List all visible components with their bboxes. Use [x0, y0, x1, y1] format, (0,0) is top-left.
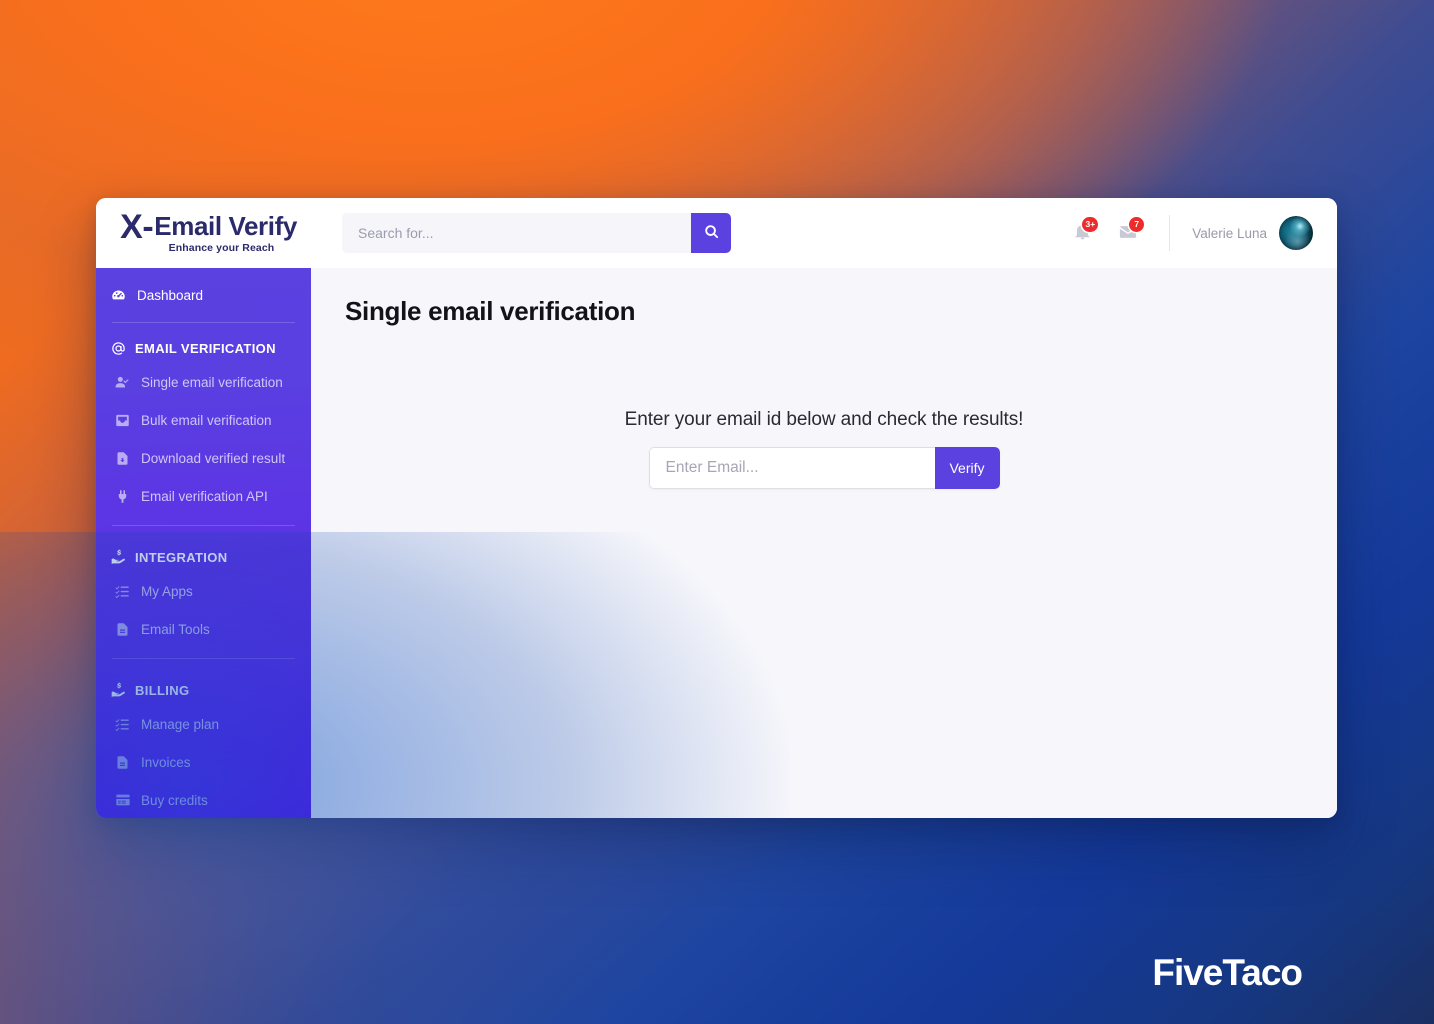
verification-prompt: Enter your email id below and check the … — [624, 409, 1024, 430]
brand-name-row: X- Email Verify — [120, 208, 297, 247]
sidebar-item-label: My Apps — [141, 583, 193, 599]
user-name: Valerie Luna — [1192, 225, 1267, 241]
sidebar-section-label: EMAIL VERIFICATION — [135, 340, 276, 356]
sidebar-item-label: Single email verification — [141, 374, 283, 390]
sidebar-item-bulk-email-verification[interactable]: Bulk email verification — [96, 401, 311, 439]
sidebar-item-label: Email verification API — [141, 488, 268, 504]
sidebar-item-label: Invoices — [141, 754, 191, 770]
app-window: X- Email Verify Enhance your Reach Searc… — [96, 198, 1337, 818]
sidebar-item-download-verified-result[interactable]: Download verified result — [96, 439, 311, 477]
sidebar-section-label: INTEGRATION — [135, 549, 228, 565]
sidebar-item-email-verification-api[interactable]: Email verification API — [96, 477, 311, 515]
sidebar-section-email-verification: EMAIL VERIFICATION — [96, 333, 311, 363]
sidebar-divider — [112, 322, 295, 323]
top-bar: X- Email Verify Enhance your Reach Searc… — [96, 198, 1337, 268]
sidebar-item-email-tools[interactable]: Email Tools — [96, 610, 311, 648]
search-button[interactable] — [691, 213, 731, 253]
sidebar-item-label: Download verified result — [141, 450, 286, 466]
sidebar-item-dashboard[interactable]: Dashboard — [96, 278, 311, 312]
sidebar-item-invoices[interactable]: Invoices — [96, 743, 311, 781]
search-bar — [342, 213, 731, 253]
app-body: Dashboard EMAIL VERIFICATION Single emai… — [96, 268, 1337, 818]
watermark-fivetaco: FiveTaco — [1152, 952, 1303, 993]
sidebar-item-label: Buy credits — [141, 792, 208, 808]
sidebar-section-billing: BILLING — [96, 675, 311, 705]
sidebar-item-my-apps[interactable]: My Apps — [96, 572, 311, 610]
verification-panel: Enter your email id below and check the … — [345, 409, 1303, 489]
file-lines-icon — [114, 755, 131, 770]
verify-button[interactable]: Verify — [934, 447, 1000, 489]
main-content: Single email verification Enter your ema… — [311, 268, 1337, 818]
credit-card-icon — [114, 792, 131, 808]
sidebar-section-label: BILLING — [135, 682, 190, 698]
messages-button[interactable]: 7 — [1105, 211, 1151, 255]
hand-holding-dollar-icon — [110, 549, 127, 565]
page-backdrop: X- Email Verify Enhance your Reach Searc… — [0, 0, 1434, 1024]
top-bar-divider — [1169, 215, 1171, 251]
sidebar-item-manage-plan[interactable]: Manage plan — [96, 705, 311, 743]
list-check-icon — [114, 717, 131, 732]
notifications-badge: 3+ — [1082, 217, 1099, 232]
search-icon — [704, 224, 719, 242]
user-menu[interactable]: Valerie Luna — [1192, 216, 1313, 250]
brand-logo[interactable]: X- Email Verify Enhance your Reach — [96, 208, 311, 254]
sidebar-item-label: Dashboard — [137, 287, 204, 303]
sidebar-item-label: Email Tools — [141, 621, 210, 637]
inbox-icon — [114, 413, 131, 428]
messages-badge: 7 — [1129, 217, 1145, 232]
notifications-button[interactable]: 3+ — [1059, 211, 1105, 255]
hand-holding-dollar-icon — [110, 682, 127, 698]
email-input[interactable] — [648, 447, 935, 489]
brand-x-mark: X- — [120, 208, 154, 247]
sidebar-item-single-email-verification[interactable]: Single email verification — [96, 363, 311, 401]
file-download-icon — [114, 451, 131, 466]
sidebar-item-label: Bulk email verification — [141, 412, 272, 428]
sidebar: Dashboard EMAIL VERIFICATION Single emai… — [96, 268, 311, 818]
avatar[interactable] — [1279, 216, 1313, 250]
user-check-icon — [114, 375, 131, 390]
list-check-icon — [114, 584, 131, 599]
sidebar-item-label: Manage plan — [141, 716, 220, 732]
sidebar-section-integration: INTEGRATION — [96, 542, 311, 572]
at-sign-icon — [110, 341, 127, 356]
top-bar-actions: 3+ 7 Valerie Luna — [1059, 211, 1313, 255]
page-title: Single email verification — [345, 296, 636, 326]
brand-name: Email Verify — [154, 211, 297, 242]
gauge-icon — [110, 288, 127, 303]
plug-icon — [114, 489, 131, 504]
brand-tagline: Enhance your Reach — [168, 241, 275, 254]
search-input[interactable] — [342, 213, 691, 253]
file-lines-icon — [114, 622, 131, 637]
verify-form: Verify — [648, 447, 1000, 489]
sidebar-divider — [112, 658, 295, 659]
sidebar-divider — [112, 525, 295, 526]
sidebar-item-buy-credits[interactable]: Buy credits — [96, 781, 311, 818]
